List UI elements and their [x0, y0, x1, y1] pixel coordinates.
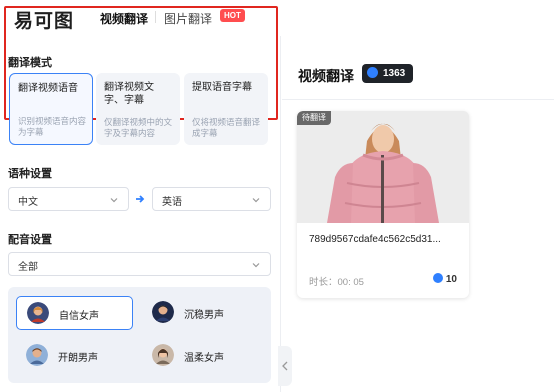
mode-card-desc: 仅将视频语音翻译成字幕 — [192, 117, 261, 138]
header-divider — [282, 99, 554, 100]
video-thumbnail — [297, 111, 469, 223]
dubbing-settings-title: 配音设置 — [8, 234, 52, 246]
voice-name: 开朗男声 — [58, 353, 98, 364]
mode-card-desc: 识别视频语音内容为字幕 — [18, 116, 87, 137]
voice-list: 自信女声 沉稳男声 开朗男声 温柔女声 — [8, 287, 271, 383]
mode-card-title: 提取语音字幕 — [192, 82, 252, 93]
voice-option-gentle-female[interactable]: 温柔女声 — [142, 339, 259, 373]
translate-mode-title: 翻译模式 — [8, 57, 52, 69]
credit-cost: 10 — [432, 273, 457, 285]
page-title: 视频翻译 — [298, 68, 354, 84]
voice-filter-select[interactable]: 全部 — [8, 252, 271, 276]
video-file-name: 789d9567cdafe4c562c5d31... — [309, 234, 441, 245]
credit-amount: 1363 — [383, 68, 406, 79]
voice-filter-value: 全部 — [18, 262, 38, 273]
credit-cost-value: 10 — [445, 274, 457, 285]
mode-card-title: 翻译视频文字、字幕 — [104, 82, 154, 106]
credit-balance[interactable]: 1363 — [362, 64, 414, 83]
language-settings-title: 语种设置 — [8, 168, 52, 180]
avatar — [152, 301, 174, 323]
video-card[interactable]: 待翻译 789d9567cdafe4c562c5d31... 时长：00: 05… — [297, 111, 469, 298]
mode-card-translate-text[interactable]: 翻译视频文字、字幕 仅翻译视频中的文字及字幕内容 — [96, 73, 180, 145]
target-language-select[interactable]: 英语 — [152, 187, 271, 211]
chevron-down-icon — [252, 263, 260, 268]
voice-name: 自信女声 — [59, 311, 99, 322]
voice-name: 沉稳男声 — [184, 310, 224, 321]
mode-card-title: 翻译视频语音 — [18, 83, 78, 94]
collapse-panel-button[interactable] — [278, 346, 292, 386]
chevron-down-icon — [252, 198, 260, 203]
coin-icon — [367, 67, 378, 78]
mode-card-extract-subtitle[interactable]: 提取语音字幕 仅将视频语音翻译成字幕 — [184, 73, 268, 145]
chevron-left-icon — [282, 361, 288, 371]
mode-card-translate-voice[interactable]: 翻译视频语音 识别视频语音内容为字幕 — [9, 73, 93, 145]
target-language-value: 英语 — [162, 197, 182, 208]
voice-name: 温柔女声 — [184, 353, 224, 364]
source-language-value: 中文 — [18, 197, 38, 208]
panel-divider — [280, 36, 281, 392]
avatar — [27, 302, 49, 324]
status-badge: 待翻译 — [297, 111, 331, 125]
voice-option-cheerful-male[interactable]: 开朗男声 — [16, 339, 133, 373]
avatar — [152, 344, 174, 366]
video-duration: 时长：00: 05 — [309, 277, 364, 288]
arrow-right-icon — [136, 195, 145, 203]
coin-icon — [432, 273, 443, 283]
mode-card-desc: 仅翻译视频中的文字及字幕内容 — [104, 117, 173, 138]
voice-option-steady-male[interactable]: 沉稳男声 — [142, 296, 259, 330]
source-language-select[interactable]: 中文 — [8, 187, 129, 211]
chevron-down-icon — [110, 198, 118, 203]
voice-option-confident-female[interactable]: 自信女声 — [16, 296, 133, 330]
avatar — [26, 344, 48, 366]
